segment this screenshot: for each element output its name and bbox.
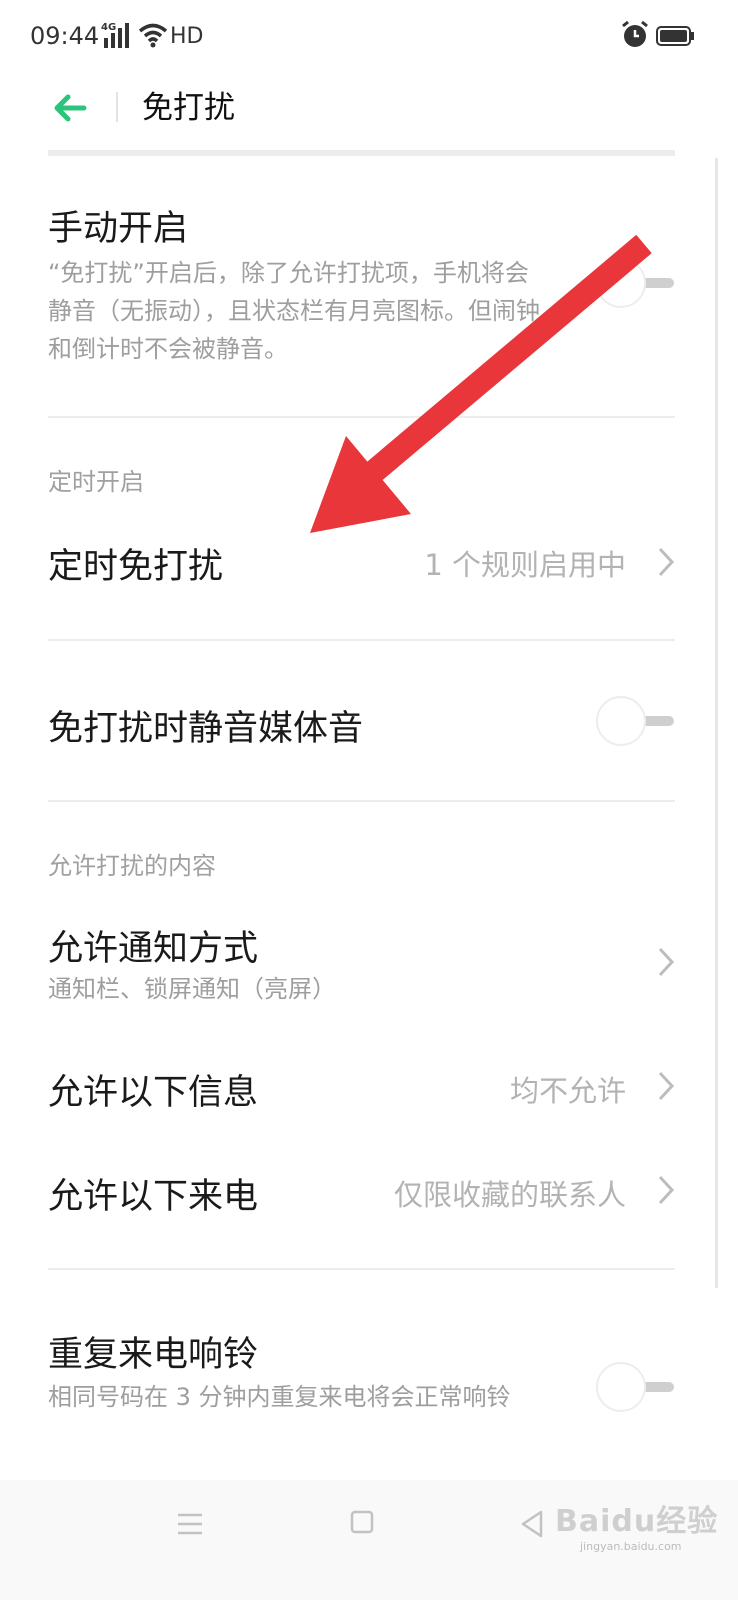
section-header-allow: 允许打扰的内容 — [48, 852, 216, 880]
allow-messages-value: 均不允许 — [509, 1074, 626, 1108]
allow-notifications-subtitle: 通知栏、锁屏通知（亮屏） — [48, 975, 336, 1003]
divider — [48, 1268, 675, 1270]
navigation-bar: Baidu经验 jingyan.baidu.com — [0, 1480, 738, 1600]
battery-icon — [656, 26, 694, 46]
allow-calls-value: 仅限收藏的联系人 — [393, 1178, 626, 1212]
header-shadow-divider — [48, 150, 675, 156]
mute-media-title: 免打扰时静音媒体音 — [48, 709, 364, 749]
chevron-right-icon — [658, 547, 675, 577]
back-triangle-icon[interactable] — [520, 1510, 544, 1538]
scheduled-title: 定时免打扰 — [48, 547, 224, 587]
scheduled-value: 1 个规则启用中 — [424, 548, 626, 582]
divider — [48, 416, 675, 418]
manual-description: “免打扰”开启后，除了允许打扰项，手机将会静音（无振动），且状态栏有月亮图标。但… — [48, 259, 540, 363]
wifi-hd-label: HD — [170, 24, 204, 49]
watermark-brand: Baidu经验 — [555, 1504, 719, 1539]
section-header-schedule: 定时开启 — [48, 468, 144, 496]
repeat-calls-toggle[interactable] — [596, 1362, 676, 1412]
recent-apps-icon[interactable] — [176, 1512, 204, 1536]
wifi-icon — [138, 23, 168, 48]
scrollbar[interactable] — [715, 158, 718, 1288]
repeat-calls-description: 相同号码在 3 分钟内重复来电将会正常响铃 — [48, 1383, 511, 1411]
chevron-right-icon — [658, 947, 675, 977]
divider — [48, 800, 675, 802]
alarm-icon — [622, 20, 648, 47]
status-bar: 09:44 4G HD — [0, 0, 738, 74]
manual-toggle[interactable] — [596, 258, 676, 308]
back-arrow-icon[interactable] — [48, 88, 94, 128]
allow-messages-title: 允许以下信息 — [48, 1073, 259, 1113]
manual-title: 手动开启 — [48, 209, 189, 249]
home-icon[interactable] — [350, 1510, 374, 1534]
chevron-right-icon — [658, 1175, 675, 1205]
allow-notifications-title: 允许通知方式 — [48, 929, 259, 969]
mute-media-toggle[interactable] — [596, 696, 676, 746]
divider — [48, 639, 675, 641]
allow-calls-title: 允许以下来电 — [48, 1177, 259, 1217]
chevron-right-icon — [658, 1071, 675, 1101]
status-time: 09:44 — [30, 22, 100, 50]
watermark-url: jingyan.baidu.com — [580, 1540, 682, 1553]
repeat-calls-title: 重复来电响铃 — [48, 1335, 259, 1375]
app-header: 免打扰 — [0, 74, 738, 144]
header-divider — [116, 92, 118, 122]
network-type: 4G — [101, 22, 117, 33]
page-title: 免打扰 — [142, 90, 235, 126]
